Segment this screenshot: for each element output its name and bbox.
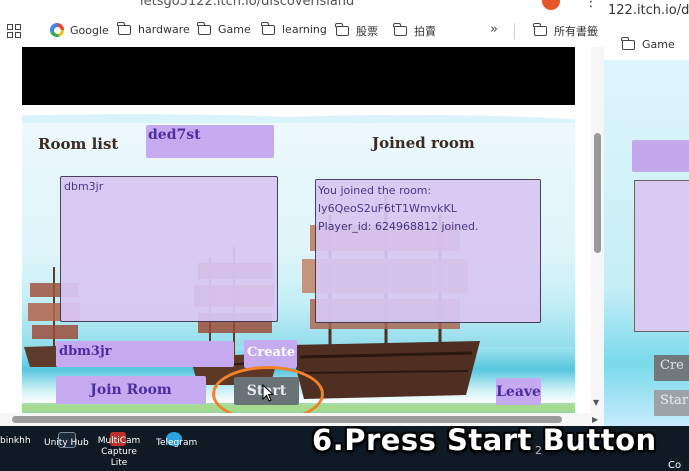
leave-button[interactable]: Leave xyxy=(496,378,541,405)
page-viewport: Room list ded7st Joined room dbm3jr You … xyxy=(0,47,604,413)
list-item[interactable]: dbm3jr xyxy=(64,180,274,193)
taskbar-item-telegram[interactable]: Telegram xyxy=(156,438,197,449)
background-start-button: Star xyxy=(654,390,689,416)
bookmark-label: Google xyxy=(70,23,109,37)
bookmark-auction[interactable]: 拍賣 xyxy=(393,23,436,39)
bookmark-hardware[interactable]: hardware xyxy=(117,21,190,36)
background-panel xyxy=(634,180,689,332)
horizontal-scrollbar-thumb[interactable] xyxy=(12,416,562,423)
room-list[interactable]: dbm3jr xyxy=(60,176,278,322)
bookmark-learning[interactable]: learning xyxy=(261,21,327,36)
log-line: You joined the room: xyxy=(318,184,432,197)
game-header-bar xyxy=(22,47,575,105)
log-line: Player_id: 624968812 joined. xyxy=(318,220,479,233)
taskbar-item-unity-hub[interactable]: Unity Hub xyxy=(44,438,89,449)
joined-room-log: You joined the room: ly6QeoS2uF6tT1WmvkK… xyxy=(315,179,541,323)
create-button[interactable]: Create xyxy=(244,340,297,368)
tutorial-caption: 6.Press Start Button xyxy=(312,423,657,457)
folder-icon xyxy=(621,36,635,50)
join-room-button[interactable]: Join Room xyxy=(56,376,206,404)
bookmarks-bar: Google hardware Game learning 股票 拍賣 » 所有… xyxy=(0,15,604,48)
folder-icon xyxy=(117,21,131,35)
log-line: ly6QeoS2uF6tT1WmvkKL xyxy=(318,202,457,215)
bookmark-game[interactable]: Game xyxy=(197,21,251,36)
google-icon xyxy=(50,23,64,37)
vertical-scrollbar[interactable]: ▼ xyxy=(591,47,604,413)
taskbar-item-binkhh[interactable]: binkhh xyxy=(0,436,31,447)
taskbar-right-text: Co xyxy=(668,460,682,471)
bookmark-label: Game xyxy=(642,38,675,51)
apps-grid-icon[interactable] xyxy=(7,24,21,38)
room-code-input[interactable]: dbm3jr xyxy=(56,341,234,367)
profile-avatar[interactable] xyxy=(542,0,560,10)
cloud-band xyxy=(22,105,575,123)
bookmark-label: hardware xyxy=(138,23,190,36)
bookmark-label: Game xyxy=(218,23,251,36)
background-input xyxy=(632,140,689,172)
background-browser-window[interactable]: 122.itch.io/dis Game Cre Star xyxy=(604,0,689,471)
folder-icon xyxy=(393,23,407,36)
menu-icon[interactable]: ⋮ xyxy=(584,0,598,10)
folder-icon xyxy=(261,21,275,35)
bookmark-label: 所有書籤 xyxy=(554,25,598,38)
bookmark-label: 股票 xyxy=(356,25,378,38)
vertical-scrollbar-thumb[interactable] xyxy=(594,133,601,253)
bookmarks-divider xyxy=(514,23,515,39)
bookmark-label: learning xyxy=(282,23,327,36)
game-canvas[interactable]: Room list ded7st Joined room dbm3jr You … xyxy=(22,47,575,413)
more-bookmarks-icon[interactable]: » xyxy=(490,22,498,37)
mouse-cursor-icon xyxy=(262,384,274,402)
scroll-down-icon[interactable]: ▼ xyxy=(593,398,599,407)
folder-icon xyxy=(533,23,547,36)
all-bookmarks[interactable]: 所有書籤 xyxy=(533,23,598,39)
bookmark-google[interactable]: Google xyxy=(50,23,109,37)
background-url-text: 122.itch.io/dis xyxy=(608,3,689,18)
folder-icon xyxy=(197,21,211,35)
folder-icon xyxy=(335,23,349,36)
room-name-input[interactable]: ded7st xyxy=(146,125,274,158)
room-list-label: Room list xyxy=(38,135,119,153)
background-bookmark-game[interactable]: Game xyxy=(621,36,675,51)
taskbar-item-multicam[interactable]: MultiCam Capture Lite xyxy=(96,436,142,469)
bookmark-label: 拍賣 xyxy=(414,25,436,38)
url-text: letsgo5122.itch.io/discoverisland xyxy=(140,0,355,9)
joined-room-label: Joined room xyxy=(372,134,475,152)
background-create-button: Cre xyxy=(654,355,689,381)
address-bar[interactable]: letsgo5122.itch.io/discoverisland ⋮ xyxy=(0,0,604,15)
bookmark-stocks[interactable]: 股票 xyxy=(335,23,378,39)
